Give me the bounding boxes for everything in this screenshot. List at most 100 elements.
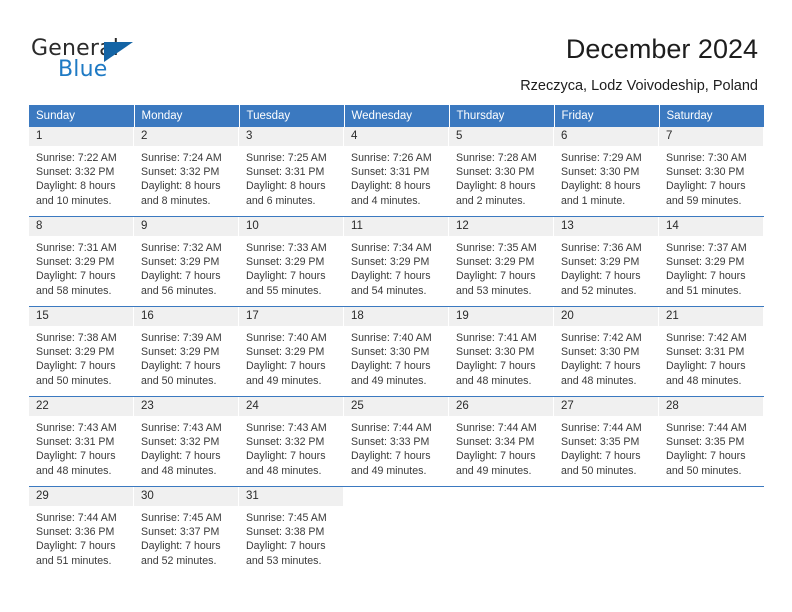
day-cell[interactable]: 30 Sunrise: 7:45 AM Sunset: 3:37 PM Dayl…: [134, 486, 239, 576]
day-cell[interactable]: 14 Sunrise: 7:37 AM Sunset: 3:29 PM Dayl…: [659, 216, 764, 307]
sunset-text: Sunset: 3:29 PM: [246, 346, 325, 359]
day-cell[interactable]: 16 Sunrise: 7:39 AM Sunset: 3:29 PM Dayl…: [134, 306, 239, 397]
day-cell[interactable]: 27 Sunrise: 7:44 AM Sunset: 3:35 PM Dayl…: [554, 396, 659, 487]
weekday-header-sunday: Sunday: [29, 105, 135, 127]
day-cell[interactable]: 20 Sunrise: 7:42 AM Sunset: 3:30 PM Dayl…: [554, 306, 659, 397]
daylight-text-line2: and 48 minutes.: [456, 374, 532, 387]
day-number: 29: [29, 487, 134, 506]
day-cell[interactable]: 2 Sunrise: 7:24 AM Sunset: 3:32 PM Dayli…: [134, 127, 239, 217]
daylight-text-line1: Daylight: 7 hours: [36, 360, 116, 373]
day-number: 22: [29, 397, 134, 416]
daylight-text-line2: and 50 minutes.: [561, 464, 637, 477]
day-number: [554, 487, 659, 506]
sunrise-text: Sunrise: 7:45 AM: [141, 512, 222, 524]
sunrise-text: Sunrise: 7:45 AM: [246, 512, 327, 524]
day-details: Sunrise: 7:43 AM Sunset: 3:32 PM Dayligh…: [239, 416, 344, 478]
sunrise-text: Sunrise: 7:26 AM: [351, 152, 432, 164]
sunrise-text: Sunrise: 7:30 AM: [666, 152, 747, 164]
day-cell[interactable]: 26 Sunrise: 7:44 AM Sunset: 3:34 PM Dayl…: [449, 396, 554, 487]
sunset-text: Sunset: 3:30 PM: [561, 166, 640, 179]
daylight-text-line2: and 49 minutes.: [456, 464, 532, 477]
day-cell[interactable]: 28 Sunrise: 7:44 AM Sunset: 3:35 PM Dayl…: [659, 396, 764, 487]
daylight-text-line1: Daylight: 7 hours: [666, 360, 746, 373]
day-cell-empty: [659, 486, 764, 576]
daylight-text-line1: Daylight: 7 hours: [351, 270, 431, 283]
day-cell-empty: [344, 486, 449, 576]
daylight-text-line1: Daylight: 7 hours: [561, 450, 641, 463]
day-details: Sunrise: 7:22 AM Sunset: 3:32 PM Dayligh…: [29, 146, 134, 208]
day-number: 5: [449, 127, 554, 146]
day-cell[interactable]: 18 Sunrise: 7:40 AM Sunset: 3:30 PM Dayl…: [344, 306, 449, 397]
daylight-text-line2: and 55 minutes.: [246, 284, 322, 297]
daylight-text-line2: and 59 minutes.: [666, 194, 742, 207]
day-details: Sunrise: 7:39 AM Sunset: 3:29 PM Dayligh…: [134, 326, 239, 388]
general-blue-logo[interactable]: General Blue: [31, 36, 181, 84]
day-cell[interactable]: 29 Sunrise: 7:44 AM Sunset: 3:36 PM Dayl…: [29, 486, 134, 576]
sunset-text: Sunset: 3:33 PM: [351, 436, 430, 449]
day-cell[interactable]: 21 Sunrise: 7:42 AM Sunset: 3:31 PM Dayl…: [659, 306, 764, 397]
day-details: Sunrise: 7:36 AM Sunset: 3:29 PM Dayligh…: [554, 236, 659, 298]
day-cell[interactable]: 6 Sunrise: 7:29 AM Sunset: 3:30 PM Dayli…: [554, 127, 659, 217]
day-cell[interactable]: 23 Sunrise: 7:43 AM Sunset: 3:32 PM Dayl…: [134, 396, 239, 487]
day-details: Sunrise: 7:24 AM Sunset: 3:32 PM Dayligh…: [134, 146, 239, 208]
sunrise-text: Sunrise: 7:34 AM: [351, 242, 432, 254]
sunset-text: Sunset: 3:32 PM: [141, 166, 220, 179]
day-details: Sunrise: 7:44 AM Sunset: 3:36 PM Dayligh…: [29, 506, 134, 568]
daylight-text-line1: Daylight: 8 hours: [246, 180, 326, 193]
day-cell[interactable]: 13 Sunrise: 7:36 AM Sunset: 3:29 PM Dayl…: [554, 216, 659, 307]
day-details: Sunrise: 7:43 AM Sunset: 3:32 PM Dayligh…: [134, 416, 239, 478]
sunset-text: Sunset: 3:31 PM: [36, 436, 115, 449]
sunrise-text: Sunrise: 7:43 AM: [141, 422, 222, 434]
day-cell[interactable]: 8 Sunrise: 7:31 AM Sunset: 3:29 PM Dayli…: [29, 216, 134, 307]
day-details: Sunrise: 7:25 AM Sunset: 3:31 PM Dayligh…: [239, 146, 344, 208]
sunrise-text: Sunrise: 7:33 AM: [246, 242, 327, 254]
daylight-text-line1: Daylight: 7 hours: [456, 360, 536, 373]
weekday-header-tuesday: Tuesday: [239, 105, 345, 127]
daylight-text-line1: Daylight: 7 hours: [246, 540, 326, 553]
day-number: 15: [29, 307, 134, 326]
day-cell[interactable]: 31 Sunrise: 7:45 AM Sunset: 3:38 PM Dayl…: [239, 486, 344, 576]
day-cell[interactable]: 7 Sunrise: 7:30 AM Sunset: 3:30 PM Dayli…: [659, 127, 764, 217]
week-row: 1 Sunrise: 7:22 AM Sunset: 3:32 PM Dayli…: [29, 127, 764, 217]
day-cell[interactable]: 17 Sunrise: 7:40 AM Sunset: 3:29 PM Dayl…: [239, 306, 344, 397]
day-cell[interactable]: 9 Sunrise: 7:32 AM Sunset: 3:29 PM Dayli…: [134, 216, 239, 307]
daylight-text-line1: Daylight: 7 hours: [351, 360, 431, 373]
day-number: 18: [344, 307, 449, 326]
day-details: Sunrise: 7:33 AM Sunset: 3:29 PM Dayligh…: [239, 236, 344, 298]
day-number: [449, 487, 554, 506]
calendar-page: General Blue December 2024 Rzeczyca, Lod…: [0, 0, 792, 612]
day-number: 28: [659, 397, 764, 416]
day-cell[interactable]: 24 Sunrise: 7:43 AM Sunset: 3:32 PM Dayl…: [239, 396, 344, 487]
day-cell[interactable]: 15 Sunrise: 7:38 AM Sunset: 3:29 PM Dayl…: [29, 306, 134, 397]
day-cell[interactable]: 1 Sunrise: 7:22 AM Sunset: 3:32 PM Dayli…: [29, 127, 134, 217]
day-cell[interactable]: 11 Sunrise: 7:34 AM Sunset: 3:29 PM Dayl…: [344, 216, 449, 307]
logo-text-blue: Blue: [58, 57, 108, 82]
day-cell[interactable]: 10 Sunrise: 7:33 AM Sunset: 3:29 PM Dayl…: [239, 216, 344, 307]
day-cell[interactable]: 19 Sunrise: 7:41 AM Sunset: 3:30 PM Dayl…: [449, 306, 554, 397]
day-details: Sunrise: 7:30 AM Sunset: 3:30 PM Dayligh…: [659, 146, 764, 208]
sunset-text: Sunset: 3:29 PM: [456, 256, 535, 269]
day-number: 3: [239, 127, 344, 146]
page-subtitle: Rzeczyca, Lodz Voivodeship, Poland: [520, 78, 758, 94]
day-details: Sunrise: 7:44 AM Sunset: 3:35 PM Dayligh…: [659, 416, 764, 478]
day-number: 13: [554, 217, 659, 236]
daylight-text-line2: and 2 minutes.: [456, 194, 526, 207]
day-cell[interactable]: 5 Sunrise: 7:28 AM Sunset: 3:30 PM Dayli…: [449, 127, 554, 217]
day-cell[interactable]: 4 Sunrise: 7:26 AM Sunset: 3:31 PM Dayli…: [344, 127, 449, 217]
weekday-header-monday: Monday: [134, 105, 240, 127]
sunset-text: Sunset: 3:29 PM: [36, 346, 115, 359]
daylight-text-line1: Daylight: 8 hours: [36, 180, 116, 193]
day-number: 10: [239, 217, 344, 236]
daylight-text-line1: Daylight: 7 hours: [456, 450, 536, 463]
day-number: 7: [659, 127, 764, 146]
sunset-text: Sunset: 3:36 PM: [36, 526, 115, 539]
day-cell[interactable]: 22 Sunrise: 7:43 AM Sunset: 3:31 PM Dayl…: [29, 396, 134, 487]
sunset-text: Sunset: 3:31 PM: [351, 166, 430, 179]
sunset-text: Sunset: 3:31 PM: [246, 166, 325, 179]
day-cell[interactable]: 3 Sunrise: 7:25 AM Sunset: 3:31 PM Dayli…: [239, 127, 344, 217]
day-cell[interactable]: 12 Sunrise: 7:35 AM Sunset: 3:29 PM Dayl…: [449, 216, 554, 307]
day-cell[interactable]: 25 Sunrise: 7:44 AM Sunset: 3:33 PM Dayl…: [344, 396, 449, 487]
sunrise-text: Sunrise: 7:37 AM: [666, 242, 747, 254]
day-details: Sunrise: 7:41 AM Sunset: 3:30 PM Dayligh…: [449, 326, 554, 388]
sunrise-text: Sunrise: 7:44 AM: [666, 422, 747, 434]
